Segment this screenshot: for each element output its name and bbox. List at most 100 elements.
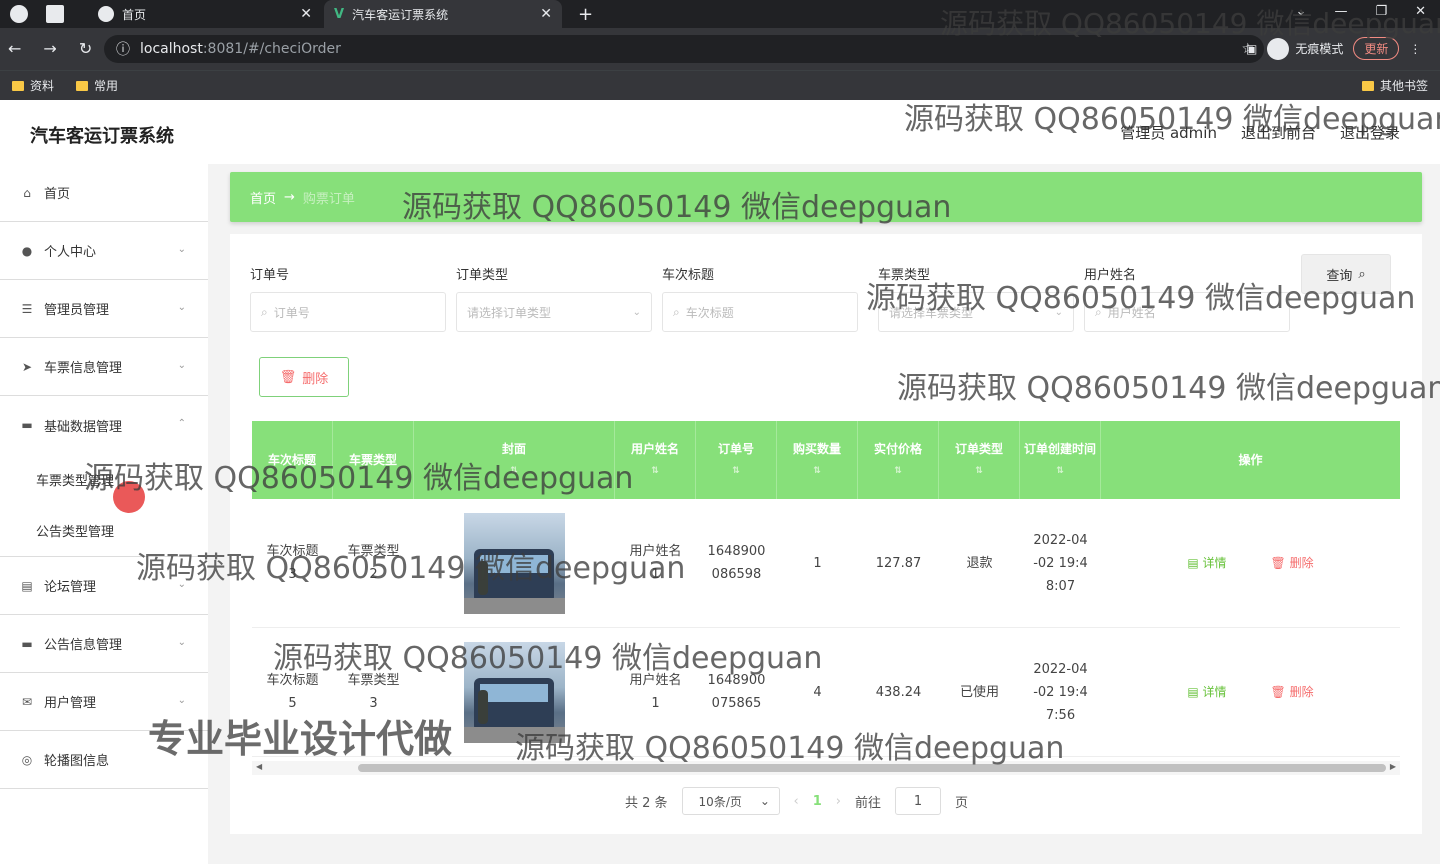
delete-button[interactable]: 🗑 删除 <box>1271 681 1314 704</box>
close-window-icon[interactable]: ✕ <box>1415 4 1426 19</box>
restore-icon[interactable]: ❐ <box>1375 4 1387 19</box>
placeholder: 车次标题 <box>685 305 734 320</box>
goto-prefix: 前往 <box>855 795 882 811</box>
reload-icon[interactable]: ↻ <box>79 39 92 58</box>
order-type-select[interactable]: 请选择订单类型 ⌄ <box>456 292 652 332</box>
sidebar-item-notices[interactable]: ▬ 公告信息管理 ⌄ <box>0 615 208 673</box>
breadcrumb-current: 购票订单 <box>302 191 355 207</box>
cell-order-no: 1648900 075865 <box>696 628 777 756</box>
url-host: localhost <box>140 41 203 57</box>
sidebar-item-admins[interactable]: ☰ 管理员管理 ⌄ <box>0 280 208 338</box>
sort-icon[interactable]: ⇅ <box>1056 460 1064 482</box>
header-label: 车票类型 <box>348 453 397 467</box>
incognito-indicator[interactable]: 无痕模式 <box>1267 37 1343 60</box>
url-input[interactable]: ⓘ localhost:8081/#/checiOrder ☆ <box>104 35 1264 63</box>
col-header[interactable]: 车票类型 <box>333 421 414 499</box>
scroll-thumb[interactable] <box>358 764 1386 772</box>
close-icon[interactable]: ✕ <box>300 6 312 22</box>
sidebar-subitem-notice-types[interactable]: 公告类型管理 <box>0 505 208 556</box>
minimize-icon[interactable]: — <box>1334 4 1347 19</box>
col-header[interactable]: 购买数量 ⇅ <box>777 421 858 499</box>
header-links: 管理员 admin 退出到前台 退出登录 <box>1120 122 1400 143</box>
page-size-select[interactable]: 10条/页 ⌄ <box>681 787 780 815</box>
bookmark-folder[interactable]: 资料 <box>12 77 54 94</box>
goto-page-input[interactable]: 1 <box>895 787 942 815</box>
header-label: 订单类型 <box>954 442 1003 456</box>
ticket-type-select[interactable]: 请选择车票类型 ⌄ <box>878 292 1074 332</box>
sidebar-item-forum[interactable]: ▤ 论坛管理 ⌄ <box>0 557 208 615</box>
prev-page-icon[interactable]: ‹ <box>794 794 799 809</box>
cell-text: 1 <box>651 696 660 711</box>
cell-ticket-type: 车票类型 2 <box>333 499 414 627</box>
cover-image[interactable] <box>464 512 565 614</box>
order-no-input[interactable]: ⌕ 订单号 <box>250 292 446 332</box>
sidebar-item-home[interactable]: ⌂ 首页 <box>0 164 208 222</box>
placeholder: 请选择车票类型 <box>889 305 974 320</box>
sidebar-subitem-ticket-types[interactable]: 车票类型管理 <box>0 454 208 505</box>
col-header[interactable]: 订单类型 ⇅ <box>939 421 1020 499</box>
sort-icon[interactable]: ⇅ <box>975 460 983 482</box>
train-title-input[interactable]: ⌕ 车次标题 <box>662 292 858 332</box>
new-tab-icon[interactable]: + <box>578 4 593 25</box>
sidebar-item-basedata[interactable]: ▬ 基础数据管理 ⌃ <box>0 396 208 454</box>
sort-icon[interactable]: ⇅ <box>732 460 740 482</box>
sort-icon[interactable]: ⇅ <box>813 460 821 482</box>
col-header[interactable]: 封面 ⇅ <box>414 421 615 499</box>
delete-button[interactable]: 🗑 删除 <box>1271 552 1314 575</box>
forward-icon[interactable]: → <box>43 39 56 58</box>
horizontal-scrollbar[interactable]: ◀ ▶ <box>252 761 1400 775</box>
cell-order-type: 退款 <box>966 555 993 571</box>
tab-title: 汽车客运订票系统 <box>352 7 449 22</box>
placeholder: 订单号 <box>273 305 310 320</box>
browser-tab-app[interactable]: V 汽车客运订票系统 ✕ <box>324 0 562 28</box>
page-number[interactable]: 1 <box>813 794 822 809</box>
chevron-down-icon: ⌄ <box>177 695 186 706</box>
menu-dots-icon[interactable]: ⋮ <box>1409 42 1421 56</box>
cell-text: 2022-04 <box>1033 532 1088 548</box>
cover-image[interactable] <box>464 641 565 743</box>
col-header[interactable]: 订单号 ⇅ <box>696 421 777 499</box>
sort-icon[interactable]: ⇅ <box>894 460 902 482</box>
sidebar-item-profile[interactable]: ● 个人中心 ⌄ <box>0 222 208 280</box>
sidepanel-icon[interactable]: ▣ <box>1246 42 1257 56</box>
list-icon: ☰ <box>21 301 33 316</box>
user-name-input[interactable]: ⌕ 用户姓名 <box>1084 292 1290 332</box>
col-header[interactable]: 订单创建时间 ⇅ <box>1020 421 1101 499</box>
col-header: 操作 <box>1101 421 1400 499</box>
detail-button[interactable]: ▤ 详情 <box>1187 681 1226 704</box>
breadcrumb-home[interactable]: 首页 <box>250 188 276 207</box>
col-header[interactable]: 实付价格 ⇅ <box>858 421 939 499</box>
app-icon[interactable] <box>10 5 28 23</box>
detail-button[interactable]: ▤ 详情 <box>1187 552 1226 575</box>
logout-link[interactable]: 退出登录 <box>1340 122 1400 143</box>
header-label: 车次标题 <box>267 453 316 467</box>
query-button[interactable]: 查询 ⌕ <box>1301 254 1391 294</box>
close-icon[interactable]: ✕ <box>540 6 552 22</box>
row-actions: ▤ 详情 🗑 删除 <box>1187 552 1313 575</box>
sidebar-item-tickets[interactable]: ➤ 车票信息管理 ⌄ <box>0 338 208 396</box>
cell-user-name: 用户姓名 1 <box>615 499 696 627</box>
chevron-down-icon: ⌄ <box>177 579 186 590</box>
col-header[interactable]: 用户姓名 ⇅ <box>615 421 696 499</box>
back-to-front-link[interactable]: 退出到前台 <box>1241 122 1316 143</box>
scroll-left-icon[interactable]: ◀ <box>256 762 262 771</box>
sort-icon[interactable]: ⇅ <box>510 460 518 482</box>
chevron-down-icon[interactable]: ⌄ <box>1296 4 1307 19</box>
trash-icon: 🗑 <box>1270 555 1290 570</box>
other-bookmarks[interactable]: 其他书签 <box>1362 77 1428 94</box>
cell-train-title: 车次标题 3 <box>252 499 333 627</box>
sort-icon[interactable]: ⇅ <box>651 460 659 482</box>
col-header[interactable]: 车次标题 <box>252 421 333 499</box>
batch-delete-button[interactable]: 🗑 删除 <box>259 357 349 397</box>
window-icon[interactable] <box>46 5 64 23</box>
notice-icon: ▬ <box>21 636 33 651</box>
browser-tab-home[interactable]: 首页 ✕ <box>88 0 322 28</box>
scroll-right-icon[interactable]: ▶ <box>1390 762 1396 771</box>
back-icon[interactable]: ← <box>8 39 21 58</box>
image-icon: ◎ <box>21 752 33 767</box>
url-path: :8081/#/checiOrder <box>202 41 341 57</box>
info-icon[interactable]: ⓘ <box>116 39 130 59</box>
update-button[interactable]: 更新 <box>1353 37 1400 60</box>
bookmark-folder[interactable]: 常用 <box>76 77 118 94</box>
next-page-icon[interactable]: › <box>836 794 841 809</box>
